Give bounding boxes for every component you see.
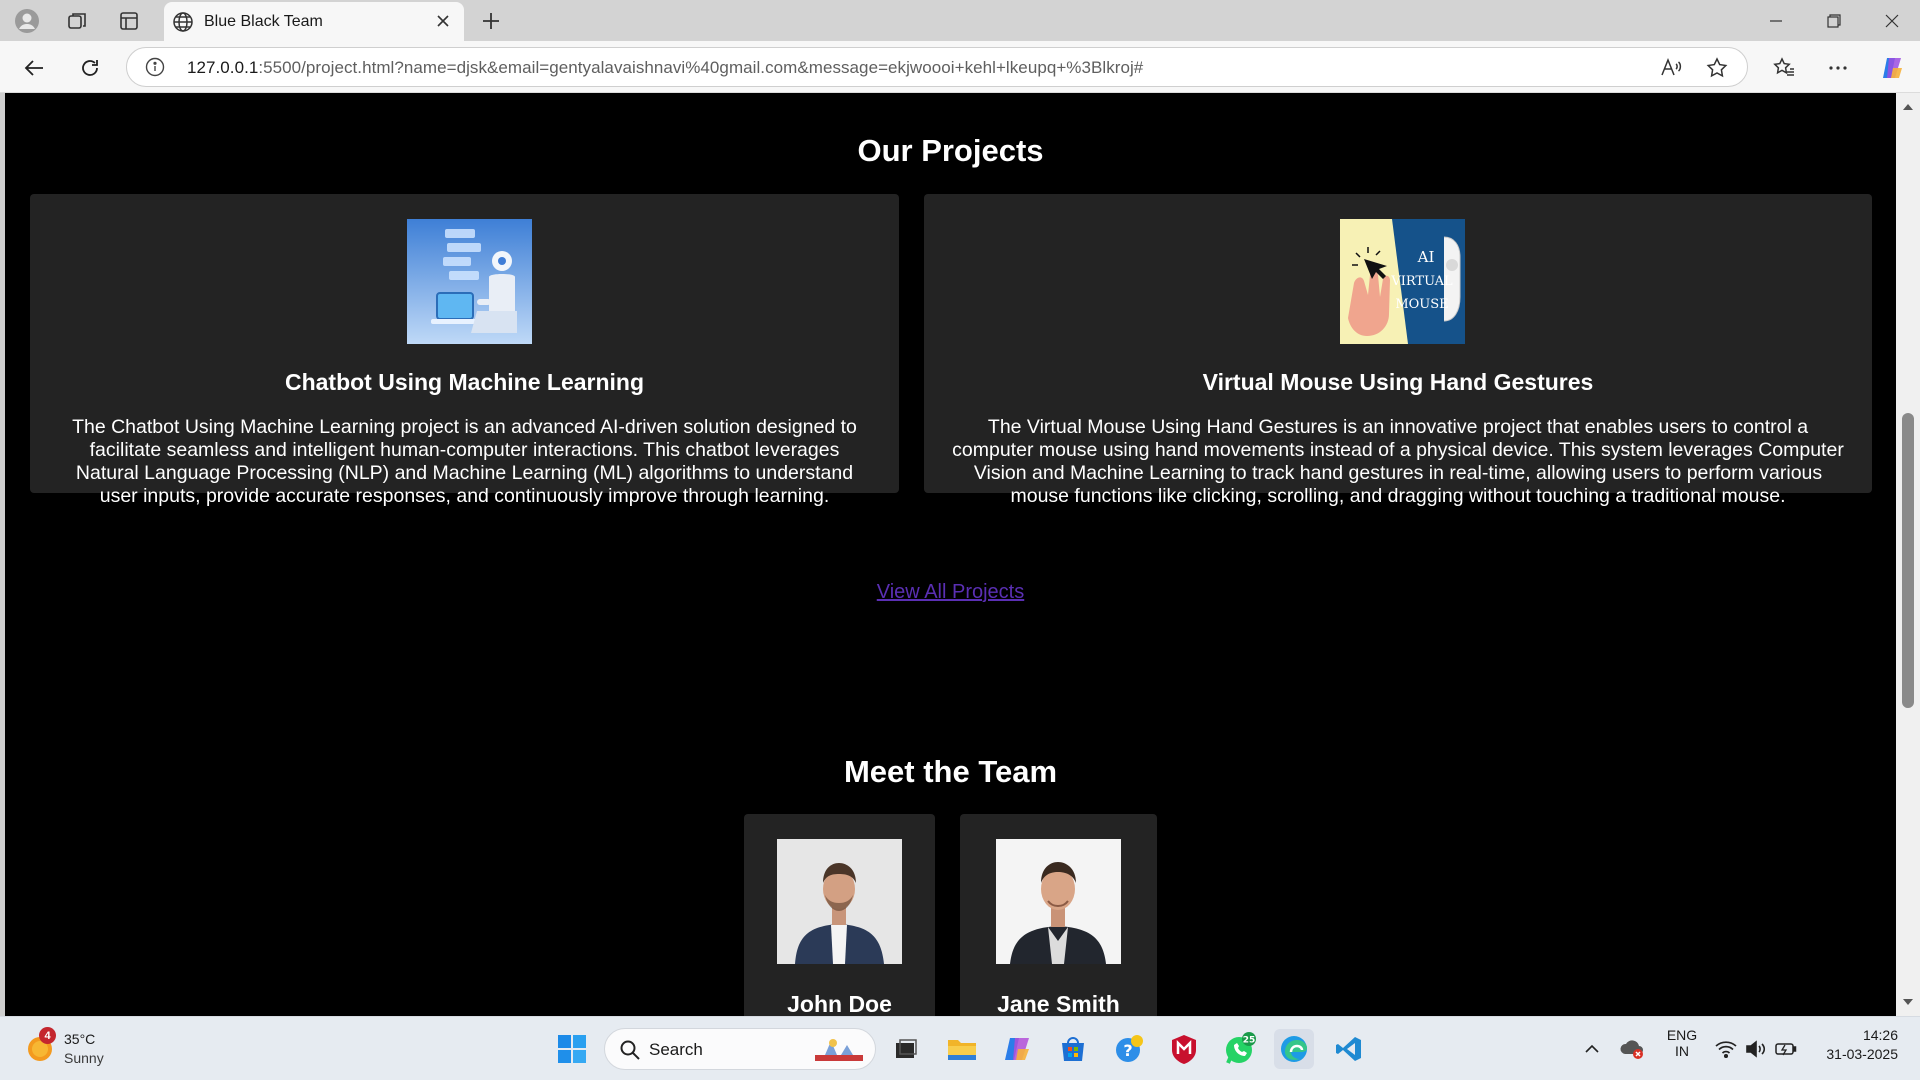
url-host: 127.0.0.1 xyxy=(187,58,259,77)
tab-blue-black-team[interactable]: Blue Black Team xyxy=(164,2,464,41)
more-options-icon[interactable] xyxy=(1822,52,1854,84)
copilot-icon[interactable] xyxy=(1876,52,1908,84)
site-info-icon[interactable] xyxy=(145,57,165,82)
view-all-projects-link[interactable]: View All Projects xyxy=(877,581,1024,603)
scroll-up-arrow-icon[interactable] xyxy=(1902,101,1914,113)
weather-temperature: 35°C xyxy=(64,1031,96,1047)
read-aloud-icon[interactable] xyxy=(1659,56,1683,80)
project-card-chatbot: Chatbot Using Machine Learning The Chatb… xyxy=(30,194,899,507)
team-card-jane: Jane Smith xyxy=(960,814,1157,1016)
weather-condition: Sunny xyxy=(64,1050,104,1066)
language-indicator[interactable]: ENG IN xyxy=(1662,1027,1702,1059)
clock-date: 31-03-2025 xyxy=(1826,1046,1898,1062)
project-title: Virtual Mouse Using Hand Gestures xyxy=(1202,369,1594,395)
team-photo-john xyxy=(777,839,902,964)
close-tab-icon[interactable] xyxy=(432,10,454,32)
ai-image-label: AI xyxy=(1417,248,1435,266)
browser-nav-bar: 127.0.0.1:5500/project.html?name=djsk&em… xyxy=(0,41,1920,93)
project-description: The Virtual Mouse Using Hand Gestures is… xyxy=(952,416,1844,507)
page-viewport: Our Projects Chatbot Using Machine Learn… xyxy=(5,93,1896,1016)
url-text[interactable]: 127.0.0.1:5500/project.html?name=djsk&em… xyxy=(187,58,1143,78)
mouse-image-label: MOUSE xyxy=(1395,297,1448,312)
favorites-icon[interactable] xyxy=(1768,52,1800,84)
copilot-app-icon[interactable] xyxy=(997,1029,1037,1069)
favorite-star-icon[interactable] xyxy=(1705,56,1729,80)
team-card-john: John Doe xyxy=(744,814,935,1016)
tab-title: Blue Black Team xyxy=(204,13,323,30)
search-highlight-icon xyxy=(815,1039,863,1061)
url-path: :5500/project.html?name=djsk&email=genty… xyxy=(258,58,1144,77)
help-app-icon[interactable]: ? xyxy=(1109,1029,1149,1069)
back-arrow-icon[interactable] xyxy=(18,52,50,84)
microsoft-store-icon[interactable] xyxy=(1053,1029,1093,1069)
task-view-icon[interactable] xyxy=(886,1029,926,1069)
browser-tab-bar: Blue Black Team xyxy=(0,0,1920,41)
vertical-tabs-icon[interactable] xyxy=(114,6,144,36)
clock[interactable]: 14:26 31-03-2025 xyxy=(1812,1027,1898,1062)
globe-icon xyxy=(172,11,194,38)
address-bar[interactable]: 127.0.0.1:5500/project.html?name=djsk&em… xyxy=(126,47,1748,87)
region-code: IN xyxy=(1675,1043,1689,1059)
search-label: Search xyxy=(649,1040,703,1059)
edge-browser-icon[interactable] xyxy=(1274,1029,1314,1069)
project-description: The Chatbot Using Machine Learning proje… xyxy=(72,416,857,507)
scroll-down-arrow-icon[interactable] xyxy=(1902,996,1914,1008)
battery-icon[interactable] xyxy=(1766,1029,1806,1069)
close-window-icon[interactable] xyxy=(1864,0,1920,41)
onedrive-icon[interactable] xyxy=(1612,1029,1652,1069)
mcafee-icon[interactable] xyxy=(1164,1029,1204,1069)
virtual-mouse-project-image: AI VIRTUAL MOUSE xyxy=(1340,219,1465,344)
weather-widget[interactable]: 4 35°C Sunny xyxy=(24,1027,134,1069)
vscode-icon[interactable] xyxy=(1329,1029,1369,1069)
team-member-name: John Doe xyxy=(787,991,892,1016)
minimize-icon[interactable] xyxy=(1748,0,1804,41)
project-card-virtual-mouse: AI VIRTUAL MOUSE Virtual Mouse Using Han… xyxy=(924,194,1872,507)
svg-text:?: ? xyxy=(1123,1041,1132,1060)
search-icon xyxy=(620,1040,640,1060)
projects-heading: Our Projects xyxy=(857,133,1044,168)
virtual-image-label: VIRTUAL xyxy=(1390,274,1453,289)
windows-taskbar: 4 35°C Sunny Search ? 25 ENG IN 14:26 31… xyxy=(0,1016,1920,1080)
windows-start-icon[interactable] xyxy=(552,1029,592,1069)
team-photo-jane xyxy=(996,839,1121,964)
project-title: Chatbot Using Machine Learning xyxy=(284,369,645,395)
clock-time: 14:26 xyxy=(1862,1027,1898,1043)
workspaces-icon[interactable] xyxy=(62,6,92,36)
team-member-name: Jane Smith xyxy=(997,991,1120,1016)
team-heading: Meet the Team xyxy=(843,754,1058,789)
whatsapp-icon[interactable]: 25 xyxy=(1220,1029,1260,1069)
show-hidden-icons-chevron-icon[interactable] xyxy=(1572,1029,1612,1069)
whatsapp-badge: 25 xyxy=(1243,1036,1256,1046)
page-scrollbar[interactable] xyxy=(1896,93,1920,1016)
chatbot-project-image xyxy=(407,219,532,344)
new-tab-icon[interactable] xyxy=(476,6,506,36)
scrollbar-thumb[interactable] xyxy=(1902,413,1914,708)
profile-icon[interactable] xyxy=(12,6,42,36)
refresh-icon[interactable] xyxy=(74,52,106,84)
restore-icon[interactable] xyxy=(1806,0,1862,41)
language-code: ENG xyxy=(1666,1027,1698,1043)
weather-alert-badge: 4 xyxy=(39,1027,56,1044)
file-explorer-icon[interactable] xyxy=(942,1029,982,1069)
view-all-projects-wrap: View All Projects xyxy=(5,581,1896,604)
taskbar-search[interactable]: Search xyxy=(604,1028,876,1070)
